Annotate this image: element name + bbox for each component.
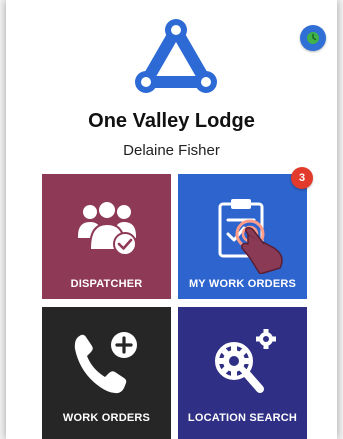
work-orders-count-badge: 3	[291, 167, 313, 189]
user-name: Delaine Fisher	[123, 142, 220, 159]
location-search-label: LOCATION SEARCH	[187, 412, 298, 424]
organization-name: One Valley Lodge	[88, 110, 255, 132]
gear-search-icon	[215, 329, 276, 393]
my-work-orders-label: MY WORK ORDERS	[188, 278, 297, 290]
phone-add-icon	[74, 332, 137, 394]
location-search-tile[interactable]: LOCATION SEARCH	[178, 307, 307, 439]
team-check-icon	[78, 200, 137, 256]
work-orders-tile[interactable]: WORK ORDERS	[42, 307, 171, 439]
my-work-orders-tile[interactable]: MY WORK ORDERS	[178, 174, 307, 299]
clock-icon	[307, 32, 319, 44]
work-orders-label: WORK ORDERS	[62, 412, 151, 424]
dispatcher-tile[interactable]: DISPATCHER	[42, 174, 171, 299]
app-screen: One Valley Lodge Delaine Fisher DISPATCH…	[6, 0, 337, 439]
clipboard-touch-icon	[218, 199, 283, 274]
dispatcher-label: DISPATCHER	[70, 278, 143, 290]
triangle-circles-logo	[135, 19, 217, 93]
status-clock-button[interactable]	[300, 25, 326, 51]
